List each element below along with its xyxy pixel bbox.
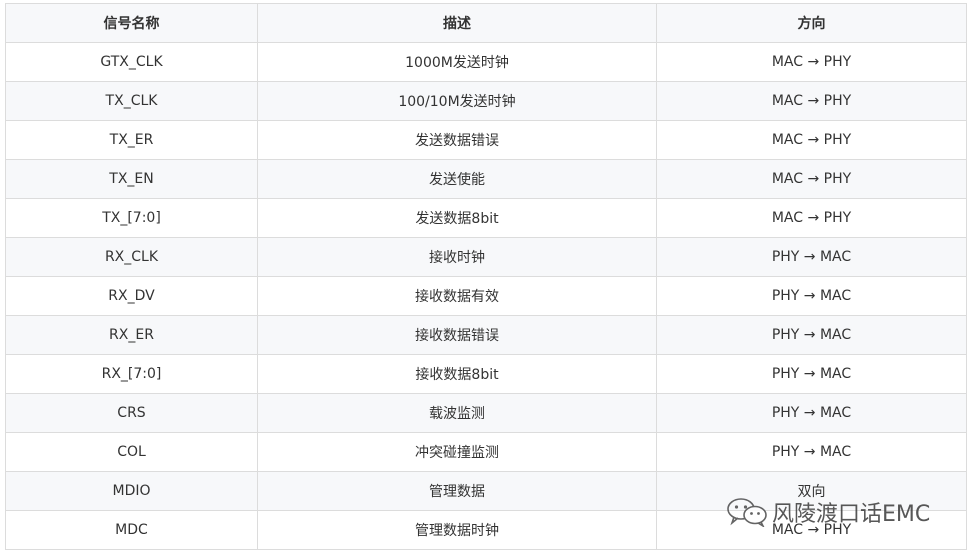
cell-signal-name: RX_[7:0] [5,354,258,394]
signal-table: 信号名称 描述 方向 GTX_CLK 1000M发送时钟 MAC → PHY T… [5,3,967,550]
table-row: COL 冲突碰撞监测 PHY → MAC [5,432,967,472]
cell-description: 接收数据有效 [257,276,657,316]
header-direction: 方向 [656,3,967,43]
cell-signal-name: MDC [5,510,258,550]
cell-direction: 双向 [656,471,967,511]
cell-signal-name: TX_EN [5,159,258,199]
table-row: TX_EN 发送使能 MAC → PHY [5,159,967,199]
cell-signal-name: TX_CLK [5,81,258,121]
cell-signal-name: RX_DV [5,276,258,316]
cell-signal-name: CRS [5,393,258,433]
cell-direction: MAC → PHY [656,120,967,160]
cell-direction: PHY → MAC [656,393,967,433]
table-row: RX_ER 接收数据错误 PHY → MAC [5,315,967,355]
header-signal-name: 信号名称 [5,3,258,43]
table-row: CRS 载波监测 PHY → MAC [5,393,967,433]
table-header-row: 信号名称 描述 方向 [5,3,967,43]
cell-signal-name: TX_ER [5,120,258,160]
cell-description: 发送数据错误 [257,120,657,160]
cell-description: 管理数据时钟 [257,510,657,550]
table-row: TX_ER 发送数据错误 MAC → PHY [5,120,967,160]
table-row: MDC 管理数据时钟 MAC → PHY [5,510,967,550]
cell-signal-name: COL [5,432,258,472]
cell-direction: MAC → PHY [656,42,967,82]
cell-description: 发送使能 [257,159,657,199]
cell-direction: PHY → MAC [656,276,967,316]
cell-description: 接收数据错误 [257,315,657,355]
cell-direction: MAC → PHY [656,510,967,550]
cell-direction: PHY → MAC [656,237,967,277]
cell-direction: PHY → MAC [656,315,967,355]
cell-description: 冲突碰撞监测 [257,432,657,472]
cell-signal-name: TX_[7:0] [5,198,258,238]
table-row: GTX_CLK 1000M发送时钟 MAC → PHY [5,42,967,82]
cell-description: 发送数据8bit [257,198,657,238]
cell-signal-name: RX_CLK [5,237,258,277]
header-description: 描述 [257,3,657,43]
cell-description: 接收时钟 [257,237,657,277]
cell-signal-name: GTX_CLK [5,42,258,82]
table-row: MDIO 管理数据 双向 [5,471,967,511]
cell-description: 100/10M发送时钟 [257,81,657,121]
table-row: TX_CLK 100/10M发送时钟 MAC → PHY [5,81,967,121]
cell-signal-name: RX_ER [5,315,258,355]
table-row: RX_[7:0] 接收数据8bit PHY → MAC [5,354,967,394]
cell-direction: PHY → MAC [656,432,967,472]
table-row: TX_[7:0] 发送数据8bit MAC → PHY [5,198,967,238]
cell-description: 1000M发送时钟 [257,42,657,82]
cell-direction: MAC → PHY [656,159,967,199]
cell-signal-name: MDIO [5,471,258,511]
signal-table-container: 信号名称 描述 方向 GTX_CLK 1000M发送时钟 MAC → PHY T… [5,3,967,550]
table-row: RX_DV 接收数据有效 PHY → MAC [5,276,967,316]
cell-direction: MAC → PHY [656,81,967,121]
cell-description: 管理数据 [257,471,657,511]
cell-description: 载波监测 [257,393,657,433]
cell-description: 接收数据8bit [257,354,657,394]
table-row: RX_CLK 接收时钟 PHY → MAC [5,237,967,277]
cell-direction: PHY → MAC [656,354,967,394]
cell-direction: MAC → PHY [656,198,967,238]
